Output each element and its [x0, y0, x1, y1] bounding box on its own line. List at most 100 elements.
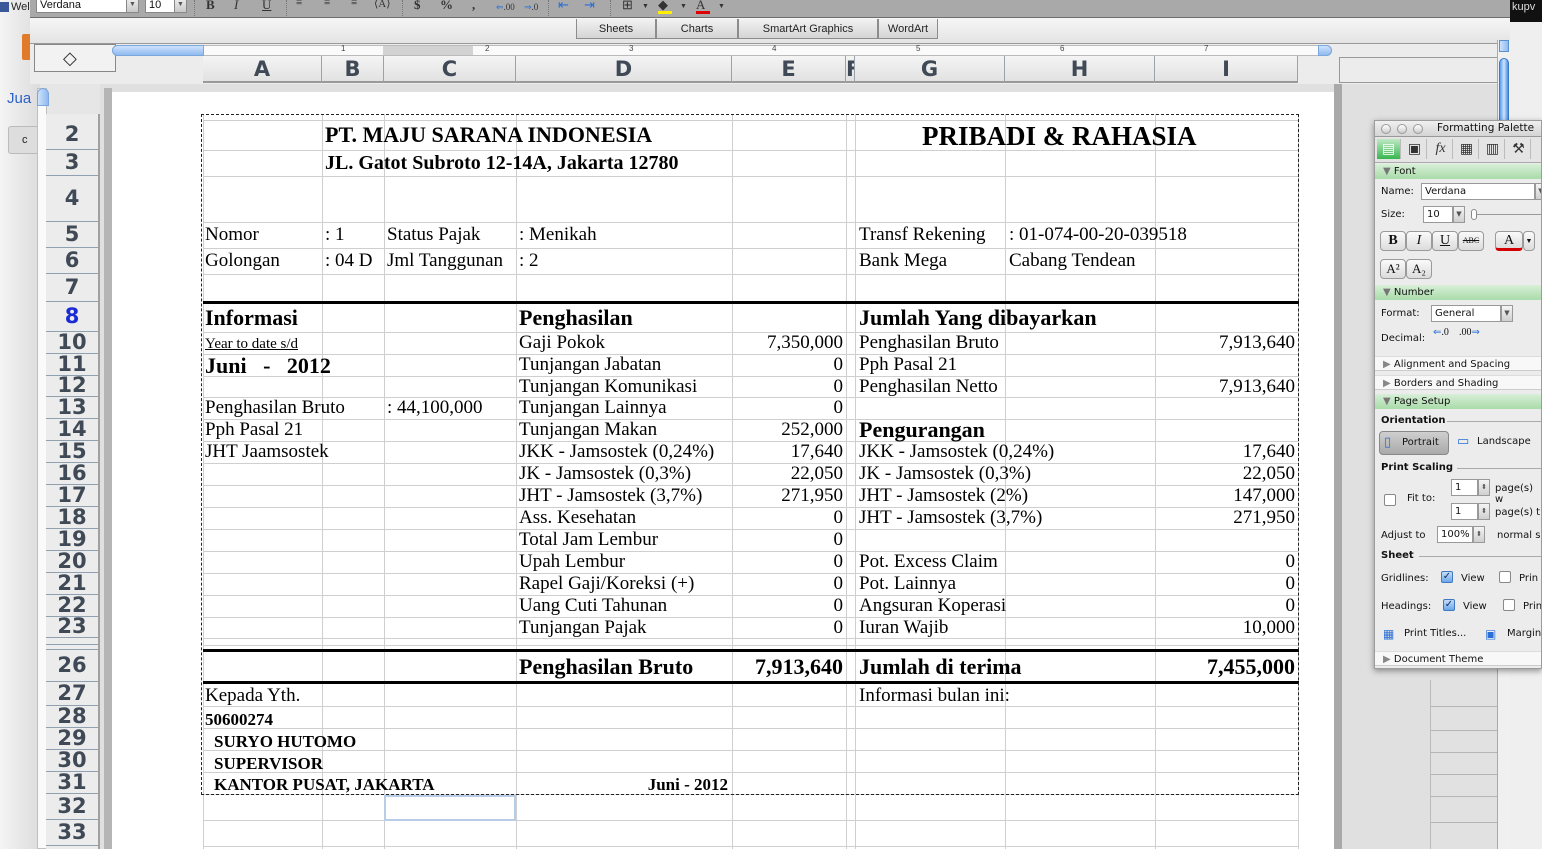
print-titles-button[interactable]: Print Titles...	[1404, 628, 1466, 639]
pengurangan-title[interactable]: Pengurangan	[859, 417, 985, 443]
pengurangan-item-value[interactable]: 0	[1156, 595, 1296, 617]
row-header-27[interactable]: 27	[46, 682, 98, 706]
pengurangan-item-label[interactable]: JKK - Jamsostek (0,24%)	[859, 441, 1054, 463]
row-header-20[interactable]: 20	[46, 551, 98, 573]
ytd-label[interactable]: Year to date s/d	[205, 335, 298, 353]
row-header-15[interactable]: 15	[46, 441, 98, 463]
column-header-i[interactable]: I	[1155, 56, 1298, 83]
row-header-28[interactable]: 28	[46, 706, 98, 728]
column-header-e[interactable]: E	[732, 56, 846, 83]
zoom-icon[interactable]	[1413, 124, 1423, 134]
penghasilan-item-value[interactable]: 7,350,000	[733, 332, 843, 354]
align-right-icon[interactable]: ≡	[351, 0, 357, 9]
column-header-a[interactable]: A	[203, 56, 322, 83]
penghasilan-item-value[interactable]: 0	[733, 573, 844, 595]
pengurangan-item-label[interactable]: JHT - Jamsostek (2%)	[859, 485, 1028, 507]
palette-font-color-button[interactable]: A	[1495, 231, 1523, 251]
palette-font-color-dropdown-icon[interactable]: ▼	[1523, 231, 1535, 251]
status-pajak-value[interactable]: : Menikah	[519, 224, 597, 246]
pengurangan-item-value[interactable]: 17,640	[1156, 441, 1295, 463]
dibayarkan-item-label[interactable]: Penghasilan Bruto	[859, 332, 999, 354]
alignment-section-header[interactable]: ▶ Alignment and Spacing	[1375, 356, 1541, 371]
background-button[interactable]: c	[8, 126, 40, 154]
font-color-icon[interactable]: A	[696, 0, 710, 14]
recipient-period[interactable]: Juni - 2012	[600, 774, 728, 796]
row-header-10[interactable]: 10	[46, 332, 98, 354]
penghasilan-title[interactable]: Penghasilan	[519, 305, 633, 331]
palette-font-size-dropdown-icon[interactable]: ▼	[1453, 206, 1465, 223]
pengurangan-item-value[interactable]: 22,050	[1156, 463, 1295, 485]
penghasilan-item-value[interactable]: 271,950	[733, 485, 843, 507]
right-margin-handle[interactable]	[1318, 45, 1332, 56]
bank-label[interactable]: Bank Mega	[859, 250, 947, 272]
penghasilan-item-label[interactable]: Uang Cuti Tahunan	[519, 595, 667, 617]
info-item-label[interactable]: Penghasilan Bruto	[205, 397, 345, 419]
penghasilan-item-label[interactable]: Total Jam Lembur	[519, 529, 658, 551]
fit-to-checkbox[interactable]	[1384, 494, 1396, 506]
row-header-7[interactable]: 7	[46, 274, 98, 302]
tanggungan-value[interactable]: : 2	[519, 250, 539, 272]
penghasilan-item-label[interactable]: Tunjangan Lainnya	[519, 397, 667, 419]
font-name-dropdown-icon[interactable]: ▼	[126, 0, 139, 13]
penghasilan-item-label[interactable]: JHT - Jamsostek (3,7%)	[519, 485, 702, 507]
row-header-31[interactable]: 31	[46, 772, 98, 794]
row-header-23[interactable]: 23	[46, 617, 98, 638]
document-theme-section-header[interactable]: ▶ Document Theme	[1375, 651, 1541, 666]
penghasilan-item-label[interactable]: Upah Lembur	[519, 551, 625, 573]
row-header-29[interactable]: 29	[46, 728, 98, 750]
scrapbook-icon[interactable]: ▦	[1455, 139, 1479, 159]
pengurangan-item-label[interactable]: JHT - Jamsostek (3,7%)	[859, 507, 1042, 529]
row-header-22[interactable]: 22	[46, 595, 98, 617]
info-item-label[interactable]: Pph Pasal 21	[205, 419, 303, 441]
merge-center-icon[interactable]: ⟨A⟩	[374, 0, 391, 10]
row-header-2[interactable]: 2	[46, 120, 98, 150]
font-size-dropdown-icon[interactable]: ▼	[174, 0, 187, 13]
borders-dropdown-icon[interactable]: ▼	[642, 2, 649, 10]
row-header-4[interactable]: 4	[46, 176, 98, 222]
portrait-button[interactable]: ▯ Portrait	[1379, 431, 1449, 455]
font-size-slider[interactable]	[1471, 214, 1541, 215]
increase-indent-icon[interactable]: ⇥	[584, 0, 595, 13]
recipient-employee-id[interactable]: 50600274	[205, 709, 273, 731]
palette-italic-button[interactable]: I	[1406, 231, 1432, 251]
gridlines-view-checkbox[interactable]: ✓	[1441, 571, 1453, 583]
palette-font-name-input[interactable]: Verdana	[1421, 183, 1535, 200]
superscript-button[interactable]: A²	[1380, 259, 1406, 279]
font-section-header[interactable]: ▼ Font	[1375, 164, 1541, 179]
selected-cell[interactable]	[384, 795, 516, 821]
font-color-dropdown-icon[interactable]: ▼	[718, 2, 725, 10]
company-address[interactable]: JL. Gatot Subroto 12-14A, Jakarta 12780	[325, 151, 679, 175]
row-header-hidden[interactable]	[46, 638, 98, 645]
rekening-value[interactable]: : 01-074-00-20-039518	[1009, 224, 1187, 246]
column-header-g[interactable]: G	[855, 56, 1005, 83]
margins-icon[interactable]: ▣	[1485, 627, 1496, 641]
reference-tools-icon[interactable]: ▥	[1481, 139, 1505, 159]
row-header-21[interactable]: 21	[46, 573, 98, 595]
top-margin-handle[interactable]	[37, 88, 49, 106]
penghasilan-item-value[interactable]: 0	[733, 529, 844, 551]
row-header-26[interactable]: 26	[46, 650, 98, 682]
number-format-dropdown-icon[interactable]: ▼	[1501, 305, 1513, 322]
penghasilan-item-label[interactable]: Rapel Gaji/Koreksi (+)	[519, 573, 694, 595]
row-header-6[interactable]: 6	[46, 248, 98, 274]
headings-print-checkbox[interactable]	[1503, 599, 1515, 611]
diterima-label[interactable]: Jumlah di terima	[859, 654, 1022, 680]
align-center-icon[interactable]: ≡	[324, 0, 330, 9]
penghasilan-item-value[interactable]: 0	[733, 507, 844, 529]
info-item-label[interactable]: JHT Jaamsostek	[205, 441, 329, 463]
adjust-to-stepper-icon[interactable]: ⬍	[1473, 526, 1485, 543]
decrease-decimal-icon[interactable]: .00⇒	[1459, 327, 1480, 338]
golongan-value[interactable]: : 04 D	[325, 250, 373, 272]
row-header-16[interactable]: 16	[46, 463, 98, 485]
column-header-b[interactable]: B	[322, 56, 384, 83]
palette-font-size-input[interactable]: 10	[1423, 206, 1453, 223]
subscript-button[interactable]: A₂	[1406, 259, 1432, 279]
penghasilan-item-value[interactable]: 0	[733, 551, 844, 573]
penghasilan-item-label[interactable]: JKK - Jamsostek (0,24%)	[519, 441, 714, 463]
penghasilan-item-label[interactable]: JK - Jamsostek (0,3%)	[519, 463, 691, 485]
borders-section-header[interactable]: ▶ Borders and Shading	[1375, 375, 1541, 390]
palette-font-name-dropdown-icon[interactable]: ▼	[1535, 183, 1541, 200]
increase-decimal-icon[interactable]: ⇐.00	[496, 2, 515, 13]
dibayarkan-item-label[interactable]: Pph Pasal 21	[859, 354, 957, 376]
row-header-14[interactable]: 14	[46, 419, 98, 441]
